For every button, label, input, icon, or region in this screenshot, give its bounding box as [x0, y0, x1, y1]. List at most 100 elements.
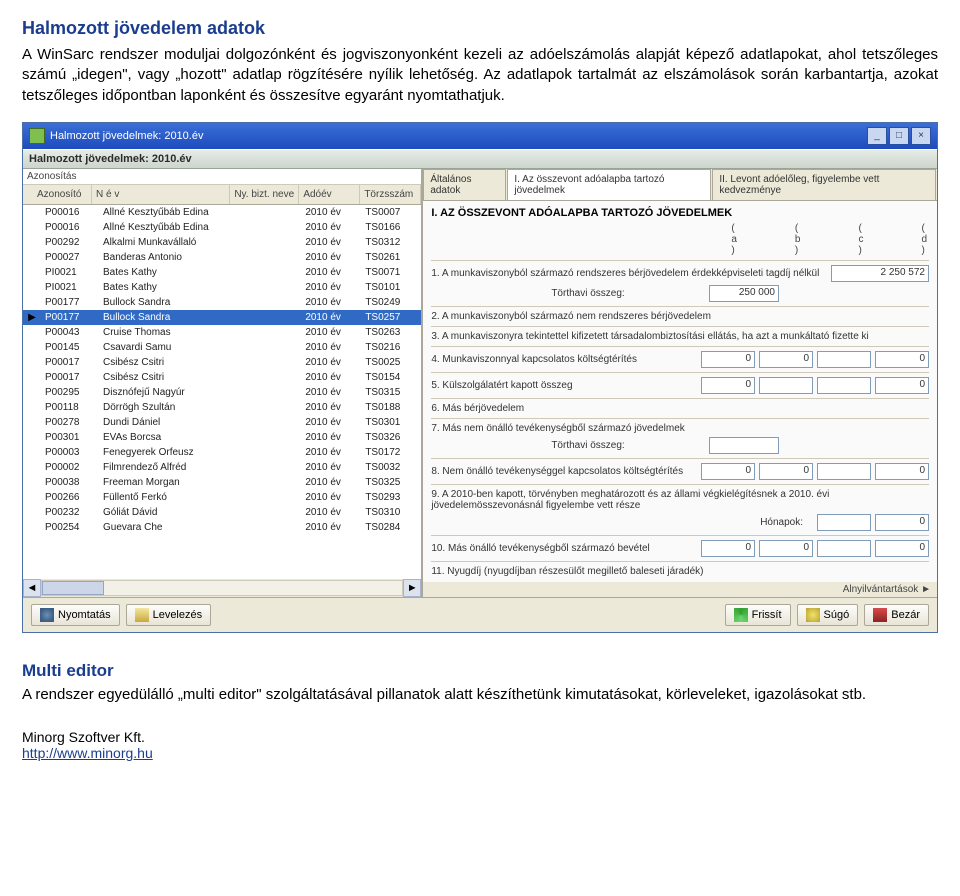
col-biz[interactable]: Ny. bizt. neve [230, 185, 299, 204]
help-button[interactable]: Súgó [797, 604, 859, 626]
row1b-label: Törthavi összeg: [431, 288, 705, 299]
row4-label: 4. Munkaviszonnyal kapcsolatos költségté… [431, 354, 697, 365]
grid-header: Azonosító N é v Ny. bizt. neve Adóév Tör… [23, 185, 421, 205]
table-row[interactable]: P00145Csavardi Samu2010 évTS0216 [23, 340, 421, 355]
table-row[interactable]: P00016Allné Kesztyűbáb Edina2010 évTS016… [23, 220, 421, 235]
row3-label: 3. A munkaviszonyra tekintettel kifizete… [431, 331, 929, 342]
row10-b[interactable]: 0 [759, 540, 813, 557]
row9b-d[interactable]: 0 [875, 514, 929, 531]
row4-a[interactable]: 0 [701, 351, 755, 368]
table-row[interactable]: P00043Cruise Thomas2010 évTS0263 [23, 325, 421, 340]
table-row[interactable]: P00292Alkalmi Munkavállaló2010 évTS0312 [23, 235, 421, 250]
col-d-label: ( d ) [921, 223, 927, 256]
row8-d[interactable]: 0 [875, 463, 929, 480]
help-icon [806, 608, 820, 622]
company-link[interactable]: http://www.minorg.hu [22, 745, 153, 761]
form-heading: I. AZ ÖSSZEVONT ADÓALAPBA TARTOZÓ JÖVEDE… [431, 207, 929, 219]
minimize-button[interactable]: _ [867, 127, 887, 145]
row5-d[interactable]: 0 [875, 377, 929, 394]
page-heading: Halmozott jövedelem adatok [22, 18, 938, 39]
row9-label: 9. A 2010-ben kapott, törvényben meghatá… [431, 489, 929, 511]
table-row[interactable]: P00266Füllentő Ferkó2010 évTS0293 [23, 490, 421, 505]
row4-d[interactable]: 0 [875, 351, 929, 368]
row1-label: 1. A munkaviszonyból származó rendszeres… [431, 268, 827, 279]
subsection-paragraph: A rendszer egyedülálló „multi editor" sz… [22, 685, 938, 705]
table-row[interactable]: P00016Allné Kesztyűbáb Edina2010 évTS000… [23, 205, 421, 220]
row1-value[interactable]: 2 250 572 [831, 265, 929, 282]
close-button[interactable]: × [911, 127, 931, 145]
app-icon [29, 128, 45, 144]
tab-general[interactable]: Általános adatok [423, 169, 506, 200]
table-row[interactable]: P00017Csibész Csitri2010 évTS0025 [23, 355, 421, 370]
table-row[interactable]: P00027Banderas Antonio2010 évTS0261 [23, 250, 421, 265]
mail-icon [135, 608, 149, 622]
chevron-right-icon[interactable]: ► [921, 584, 931, 595]
grid-group-header: Azonosítás [23, 169, 421, 185]
row4-c[interactable] [817, 351, 871, 368]
row9b-value[interactable] [817, 514, 871, 531]
table-row[interactable]: P00118Dörrögh Szultán2010 évTS0188 [23, 400, 421, 415]
row5-c[interactable] [817, 377, 871, 394]
window-title: Halmozott jövedelmek: 2010.év [50, 130, 203, 142]
app-window: Halmozott jövedelmek: 2010.év _ □ × Halm… [22, 122, 938, 633]
table-row[interactable]: P00254Guevara Che2010 évTS0284 [23, 520, 421, 535]
close-icon [873, 608, 887, 622]
row8-label: 8. Nem önálló tevékenységgel kapcsolatos… [431, 466, 697, 477]
table-row[interactable]: ▶P00177Bullock Sandra2010 évTS0257 [23, 310, 421, 325]
row10-d[interactable]: 0 [875, 540, 929, 557]
row4-b[interactable]: 0 [759, 351, 813, 368]
intro-paragraph: A WinSarc rendszer moduljai dolgozónként… [22, 45, 938, 106]
company-name: Minorg Szoftver Kft. [22, 729, 938, 745]
row2-label: 2. A munkaviszonyból származó nem rendsz… [431, 311, 929, 322]
grid-body[interactable]: P00016Allné Kesztyűbáb Edina2010 évTS000… [23, 205, 421, 579]
table-row[interactable]: P00038Freeman Morgan2010 évTS0325 [23, 475, 421, 490]
refresh-icon [734, 608, 748, 622]
employee-grid: Azonosítás Azonosító N é v Ny. bizt. nev… [23, 169, 423, 597]
row7b-value[interactable] [709, 437, 779, 454]
print-button[interactable]: Nyomtatás [31, 604, 120, 626]
scroll-right-icon[interactable]: ► [403, 579, 421, 597]
table-row[interactable]: P00003Fenegyerek Orfeusz2010 évTS0172 [23, 445, 421, 460]
subrecords-link[interactable]: Alnyilvántartások [843, 584, 919, 595]
col-id[interactable]: Azonosító [33, 185, 92, 204]
row11-label: 11. Nyugdíj (nyugdíjban részesülőt megil… [431, 566, 929, 577]
row7b-label: Törthavi összeg: [431, 440, 705, 451]
col-a-label: ( a ) [731, 223, 737, 256]
col-year[interactable]: Adóév [299, 185, 360, 204]
row1b-value[interactable]: 250 000 [709, 285, 779, 302]
row10-a[interactable]: 0 [701, 540, 755, 557]
table-row[interactable]: P00177Bullock Sandra2010 évTS0249 [23, 295, 421, 310]
col-name[interactable]: N é v [92, 185, 230, 204]
col-ts[interactable]: Törzsszám [360, 185, 421, 204]
row9b-label: Hónapok: [431, 517, 813, 528]
row5-b[interactable] [759, 377, 813, 394]
row8-a[interactable]: 0 [701, 463, 755, 480]
row5-a[interactable]: 0 [701, 377, 755, 394]
table-row[interactable]: P00301EVAs Borcsa2010 évTS0326 [23, 430, 421, 445]
grid-h-scroll[interactable]: ◄ ► [23, 579, 421, 597]
table-row[interactable]: P00295Disznófejű Nagyúr2010 évTS0315 [23, 385, 421, 400]
row8-b[interactable]: 0 [759, 463, 813, 480]
table-row[interactable]: P00002Filmrendező Alfréd2010 évTS0032 [23, 460, 421, 475]
subtitle-bar: Halmozott jövedelmek: 2010.év [23, 149, 937, 169]
row6-label: 6. Más bérjövedelem [431, 403, 929, 414]
refresh-button[interactable]: Frissít [725, 604, 791, 626]
table-row[interactable]: P00278Dundi Dániel2010 évTS0301 [23, 415, 421, 430]
maximize-button[interactable]: □ [889, 127, 909, 145]
row8-c[interactable] [817, 463, 871, 480]
table-row[interactable]: PI0021Bates Kathy2010 évTS0071 [23, 265, 421, 280]
table-row[interactable]: PI0021Bates Kathy2010 évTS0101 [23, 280, 421, 295]
table-row[interactable]: P00232Góliát Dávid2010 évTS0310 [23, 505, 421, 520]
table-row[interactable]: P00017Csibész Csitri2010 évTS0154 [23, 370, 421, 385]
col-c-label: ( c ) [858, 223, 863, 256]
tab-section2[interactable]: II. Levont adóelőleg, figyelembe vett ke… [712, 169, 936, 200]
scroll-left-icon[interactable]: ◄ [23, 579, 41, 597]
row10-label: 10. Más önálló tevékenységből származó b… [431, 543, 697, 554]
row7-label: 7. Más nem önálló tevékenységből származ… [431, 423, 929, 434]
row5-label: 5. Külszolgálatért kapott összeg [431, 380, 697, 391]
mail-button[interactable]: Levelezés [126, 604, 212, 626]
subsection-heading: Multi editor [22, 661, 938, 681]
close-form-button[interactable]: Bezár [864, 604, 929, 626]
tab-section1[interactable]: I. Az összevont adóalapba tartozó jövede… [507, 169, 711, 200]
row10-c[interactable] [817, 540, 871, 557]
